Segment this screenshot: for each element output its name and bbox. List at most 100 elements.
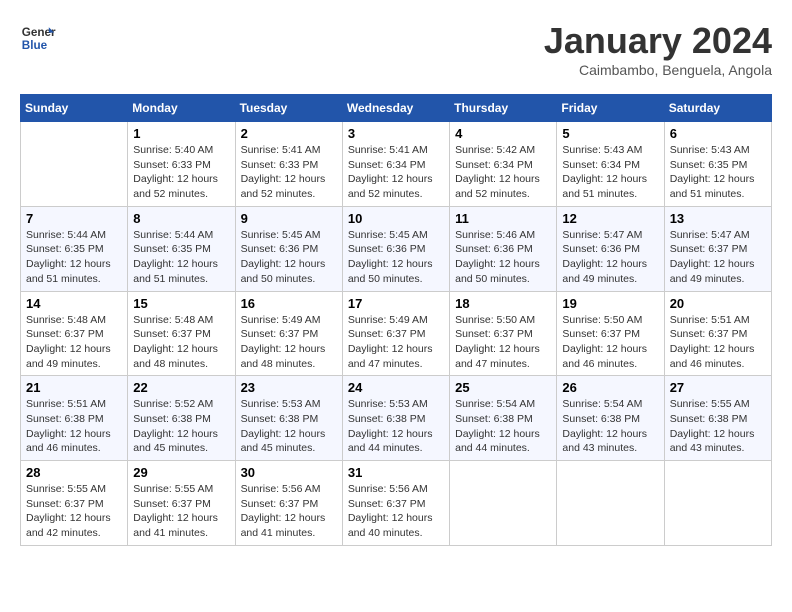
day-cell: 9 Sunrise: 5:45 AMSunset: 6:36 PMDaylight… xyxy=(235,206,342,291)
day-cell: 18 Sunrise: 5:50 AMSunset: 6:37 PMDayligh… xyxy=(450,291,557,376)
day-number: 6 xyxy=(670,126,766,141)
day-cell: 22 Sunrise: 5:52 AMSunset: 6:38 PMDayligh… xyxy=(128,376,235,461)
day-detail: Sunrise: 5:41 AMSunset: 6:33 PMDaylight:… xyxy=(241,143,337,202)
day-cell: 13 Sunrise: 5:47 AMSunset: 6:37 PMDayligh… xyxy=(664,206,771,291)
day-detail: Sunrise: 5:46 AMSunset: 6:36 PMDaylight:… xyxy=(455,228,551,287)
page-header: General Blue January 2024 Caimbambo, Ben… xyxy=(20,20,772,78)
logo-icon: General Blue xyxy=(20,20,56,56)
day-number: 14 xyxy=(26,296,122,311)
day-cell: 1Sunrise: 5:40 AMSunset: 6:33 PMDaylight… xyxy=(128,122,235,207)
day-cell: 23 Sunrise: 5:53 AMSunset: 6:38 PMDayligh… xyxy=(235,376,342,461)
day-cell: 5Sunrise: 5:43 AMSunset: 6:34 PMDaylight… xyxy=(557,122,664,207)
day-cell: 3 Sunrise: 5:41 AMSunset: 6:34 PMDaylight… xyxy=(342,122,449,207)
day-cell: 6 Sunrise: 5:43 AMSunset: 6:35 PMDaylight… xyxy=(664,122,771,207)
svg-text:Blue: Blue xyxy=(22,39,48,52)
column-header-saturday: Saturday xyxy=(664,95,771,122)
calendar-table: SundayMondayTuesdayWednesdayThursdayFrid… xyxy=(20,94,772,546)
day-number: 18 xyxy=(455,296,551,311)
day-cell: 27 Sunrise: 5:55 AMSunset: 6:38 PMDayligh… xyxy=(664,376,771,461)
week-row-4: 21Sunrise: 5:51 AMSunset: 6:38 PMDayligh… xyxy=(21,376,772,461)
day-number: 13 xyxy=(670,211,766,226)
title-block: January 2024 Caimbambo, Benguela, Angola xyxy=(544,20,772,78)
day-cell: 30 Sunrise: 5:56 AMSunset: 6:37 PMDayligh… xyxy=(235,461,342,546)
day-cell: 25 Sunrise: 5:54 AMSunset: 6:38 PMDayligh… xyxy=(450,376,557,461)
day-cell: 26 Sunrise: 5:54 AMSunset: 6:38 PMDayligh… xyxy=(557,376,664,461)
header-row: SundayMondayTuesdayWednesdayThursdayFrid… xyxy=(21,95,772,122)
day-detail: Sunrise: 5:45 AMSunset: 6:36 PMDaylight:… xyxy=(348,228,444,287)
day-number: 23 xyxy=(241,380,337,395)
day-detail: Sunrise: 5:44 AMSunset: 6:35 PMDaylight:… xyxy=(26,228,122,287)
day-detail: Sunrise: 5:49 AMSunset: 6:37 PMDaylight:… xyxy=(241,313,337,372)
day-cell: 31 Sunrise: 5:56 AMSunset: 6:37 PMDayligh… xyxy=(342,461,449,546)
day-detail: Sunrise: 5:53 AMSunset: 6:38 PMDaylight:… xyxy=(348,397,444,456)
day-cell xyxy=(664,461,771,546)
day-detail: Sunrise: 5:55 AMSunset: 6:37 PMDaylight:… xyxy=(26,482,122,541)
day-number: 8 xyxy=(133,211,229,226)
day-number: 30 xyxy=(241,465,337,480)
day-detail: Sunrise: 5:52 AMSunset: 6:38 PMDaylight:… xyxy=(133,397,229,456)
day-detail: Sunrise: 5:50 AMSunset: 6:37 PMDaylight:… xyxy=(562,313,658,372)
day-cell: 28Sunrise: 5:55 AMSunset: 6:37 PMDayligh… xyxy=(21,461,128,546)
day-detail: Sunrise: 5:54 AMSunset: 6:38 PMDaylight:… xyxy=(455,397,551,456)
day-detail: Sunrise: 5:43 AMSunset: 6:35 PMDaylight:… xyxy=(670,143,766,202)
day-number: 24 xyxy=(348,380,444,395)
day-detail: Sunrise: 5:56 AMSunset: 6:37 PMDaylight:… xyxy=(348,482,444,541)
week-row-2: 7Sunrise: 5:44 AMSunset: 6:35 PMDaylight… xyxy=(21,206,772,291)
day-cell: 10 Sunrise: 5:45 AMSunset: 6:36 PMDayligh… xyxy=(342,206,449,291)
day-number: 5 xyxy=(562,126,658,141)
day-cell xyxy=(450,461,557,546)
day-number: 31 xyxy=(348,465,444,480)
day-number: 11 xyxy=(455,211,551,226)
day-cell: 15Sunrise: 5:48 AMSunset: 6:37 PMDayligh… xyxy=(128,291,235,376)
day-number: 17 xyxy=(348,296,444,311)
day-number: 4 xyxy=(455,126,551,141)
column-header-sunday: Sunday xyxy=(21,95,128,122)
svg-text:General: General xyxy=(22,26,56,39)
day-detail: Sunrise: 5:55 AMSunset: 6:38 PMDaylight:… xyxy=(670,397,766,456)
day-number: 2 xyxy=(241,126,337,141)
day-cell xyxy=(21,122,128,207)
day-detail: Sunrise: 5:48 AMSunset: 6:37 PMDaylight:… xyxy=(133,313,229,372)
day-cell: 24 Sunrise: 5:53 AMSunset: 6:38 PMDayligh… xyxy=(342,376,449,461)
day-cell: 14Sunrise: 5:48 AMSunset: 6:37 PMDayligh… xyxy=(21,291,128,376)
day-detail: Sunrise: 5:50 AMSunset: 6:37 PMDaylight:… xyxy=(455,313,551,372)
day-number: 22 xyxy=(133,380,229,395)
day-number: 27 xyxy=(670,380,766,395)
day-detail: Sunrise: 5:41 AMSunset: 6:34 PMDaylight:… xyxy=(348,143,444,202)
day-cell: 19 Sunrise: 5:50 AMSunset: 6:37 PMDayligh… xyxy=(557,291,664,376)
logo: General Blue xyxy=(20,20,56,56)
day-cell: 11 Sunrise: 5:46 AMSunset: 6:36 PMDayligh… xyxy=(450,206,557,291)
day-number: 25 xyxy=(455,380,551,395)
day-number: 9 xyxy=(241,211,337,226)
day-detail: Sunrise: 5:53 AMSunset: 6:38 PMDaylight:… xyxy=(241,397,337,456)
day-number: 10 xyxy=(348,211,444,226)
day-number: 3 xyxy=(348,126,444,141)
day-cell: 20Sunrise: 5:51 AMSunset: 6:37 PMDayligh… xyxy=(664,291,771,376)
day-cell: 17 Sunrise: 5:49 AMSunset: 6:37 PMDayligh… xyxy=(342,291,449,376)
day-number: 19 xyxy=(562,296,658,311)
day-detail: Sunrise: 5:47 AMSunset: 6:36 PMDaylight:… xyxy=(562,228,658,287)
day-detail: Sunrise: 5:44 AMSunset: 6:35 PMDaylight:… xyxy=(133,228,229,287)
day-detail: Sunrise: 5:55 AMSunset: 6:37 PMDaylight:… xyxy=(133,482,229,541)
day-detail: Sunrise: 5:54 AMSunset: 6:38 PMDaylight:… xyxy=(562,397,658,456)
day-detail: Sunrise: 5:47 AMSunset: 6:37 PMDaylight:… xyxy=(670,228,766,287)
day-detail: Sunrise: 5:40 AMSunset: 6:33 PMDaylight:… xyxy=(133,143,229,202)
column-header-thursday: Thursday xyxy=(450,95,557,122)
column-header-tuesday: Tuesday xyxy=(235,95,342,122)
day-detail: Sunrise: 5:56 AMSunset: 6:37 PMDaylight:… xyxy=(241,482,337,541)
day-number: 20 xyxy=(670,296,766,311)
column-header-monday: Monday xyxy=(128,95,235,122)
day-number: 16 xyxy=(241,296,337,311)
day-detail: Sunrise: 5:42 AMSunset: 6:34 PMDaylight:… xyxy=(455,143,551,202)
day-cell: 7Sunrise: 5:44 AMSunset: 6:35 PMDaylight… xyxy=(21,206,128,291)
day-detail: Sunrise: 5:45 AMSunset: 6:36 PMDaylight:… xyxy=(241,228,337,287)
day-cell: 8 Sunrise: 5:44 AMSunset: 6:35 PMDaylight… xyxy=(128,206,235,291)
day-number: 26 xyxy=(562,380,658,395)
day-number: 29 xyxy=(133,465,229,480)
location: Caimbambo, Benguela, Angola xyxy=(544,62,772,78)
day-detail: Sunrise: 5:49 AMSunset: 6:37 PMDaylight:… xyxy=(348,313,444,372)
week-row-3: 14 Sunrise: 5:48 AMSunset: 6:37 PMDayligh… xyxy=(21,291,772,376)
column-header-wednesday: Wednesday xyxy=(342,95,449,122)
day-cell: 29 Sunrise: 5:55 AMSunset: 6:37 PMDayligh… xyxy=(128,461,235,546)
day-number: 21 xyxy=(26,380,122,395)
